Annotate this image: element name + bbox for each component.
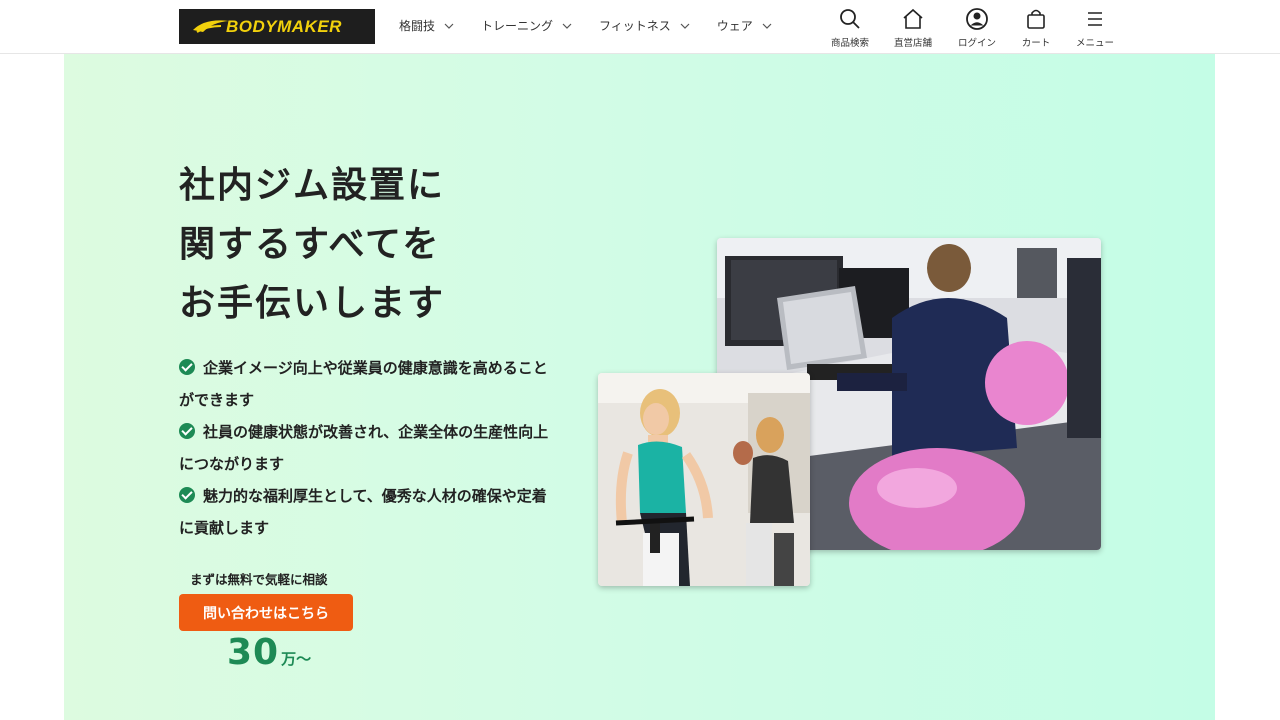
menu-label: メニュー xyxy=(1075,38,1114,49)
nav-item-label: トレーニング xyxy=(481,19,554,33)
nav-item-martial-arts[interactable]: 格闘技 xyxy=(399,17,455,34)
contact-button[interactable]: 問い合わせはこちら xyxy=(179,594,353,631)
logo-swoosh-icon xyxy=(193,20,229,33)
nav-item-label: フィットネス xyxy=(599,19,671,33)
brand-logo[interactable]: BODYMAKER xyxy=(179,9,375,44)
search-icon xyxy=(840,9,860,29)
store-label: 直営店舗 xyxy=(893,38,932,49)
store-button[interactable]: 直営店舗 xyxy=(883,7,943,49)
headline-line: 社内ジム設置に xyxy=(179,165,446,206)
price-display: 30 万～ xyxy=(227,632,311,673)
cta-note: まずは無料で気軽に相談 xyxy=(190,572,328,587)
check-circle-icon xyxy=(179,487,195,503)
price-unit: 万～ xyxy=(281,650,312,668)
benefit-item: 魅力的な福利厚生として、優秀な人材の確保や定着に貢献します xyxy=(179,480,559,544)
search-button[interactable]: 商品検索 xyxy=(820,7,880,49)
nav-item-fitness[interactable]: フィットネス xyxy=(599,17,691,34)
headline-line: お手伝いします xyxy=(179,283,446,324)
nav-item-training[interactable]: トレーニング xyxy=(481,17,573,34)
benefit-list: 企業イメージ向上や従業員の健康意識を高めることができます 社員の健康状態が改善さ… xyxy=(179,352,559,544)
menu-button[interactable]: メニュー xyxy=(1065,7,1125,49)
check-circle-icon xyxy=(179,423,195,439)
cycling-class-photo xyxy=(598,373,810,586)
chevron-down-icon xyxy=(562,23,572,29)
search-label: 商品検索 xyxy=(830,38,869,49)
chevron-down-icon xyxy=(680,23,690,29)
login-label: ログイン xyxy=(957,38,996,49)
chevron-down-icon xyxy=(444,23,454,29)
menu-icon xyxy=(1088,12,1102,26)
headline-line: 関するすべてを xyxy=(179,224,441,265)
price-number: 30 xyxy=(227,632,280,673)
benefit-text: 社員の健康状態が改善され、企業全体の生産性向上につながります xyxy=(179,423,549,473)
nav-item-label: 格闘技 xyxy=(399,19,436,33)
hero-headline: 社内ジム設置に 関するすべてを お手伝いします xyxy=(179,156,445,333)
chevron-down-icon xyxy=(762,23,772,29)
cart-button[interactable]: カート xyxy=(1006,7,1066,49)
benefit-text: 企業イメージ向上や従業員の健康意識を高めることができます xyxy=(179,359,548,409)
cart-label: カート xyxy=(1021,38,1051,49)
logo-text: BODYMAKER xyxy=(226,16,342,36)
user-icon xyxy=(966,8,988,30)
login-button[interactable]: ログイン xyxy=(947,7,1007,49)
home-icon xyxy=(903,8,923,29)
hero-section: 社内ジム設置に 関するすべてを お手伝いします 企業イメージ向上や従業員の健康意… xyxy=(64,54,1215,720)
check-circle-icon xyxy=(179,359,195,375)
nav-item-wear[interactable]: ウェア xyxy=(717,17,773,34)
benefit-text: 魅力的な福利厚生として、優秀な人材の確保や定着に貢献します xyxy=(179,487,547,537)
nav-item-label: ウェア xyxy=(716,19,753,33)
bag-icon xyxy=(1027,9,1045,29)
site-header: BODYMAKER 格闘技 トレーニング フィットネス ウェア 商品検索 直営店… xyxy=(0,0,1280,54)
main-nav: 格闘技 トレーニング フィットネス ウェア xyxy=(399,17,799,34)
benefit-item: 社員の健康状態が改善され、企業全体の生産性向上につながります xyxy=(179,416,559,480)
benefit-item: 企業イメージ向上や従業員の健康意識を高めることができます xyxy=(179,352,559,416)
